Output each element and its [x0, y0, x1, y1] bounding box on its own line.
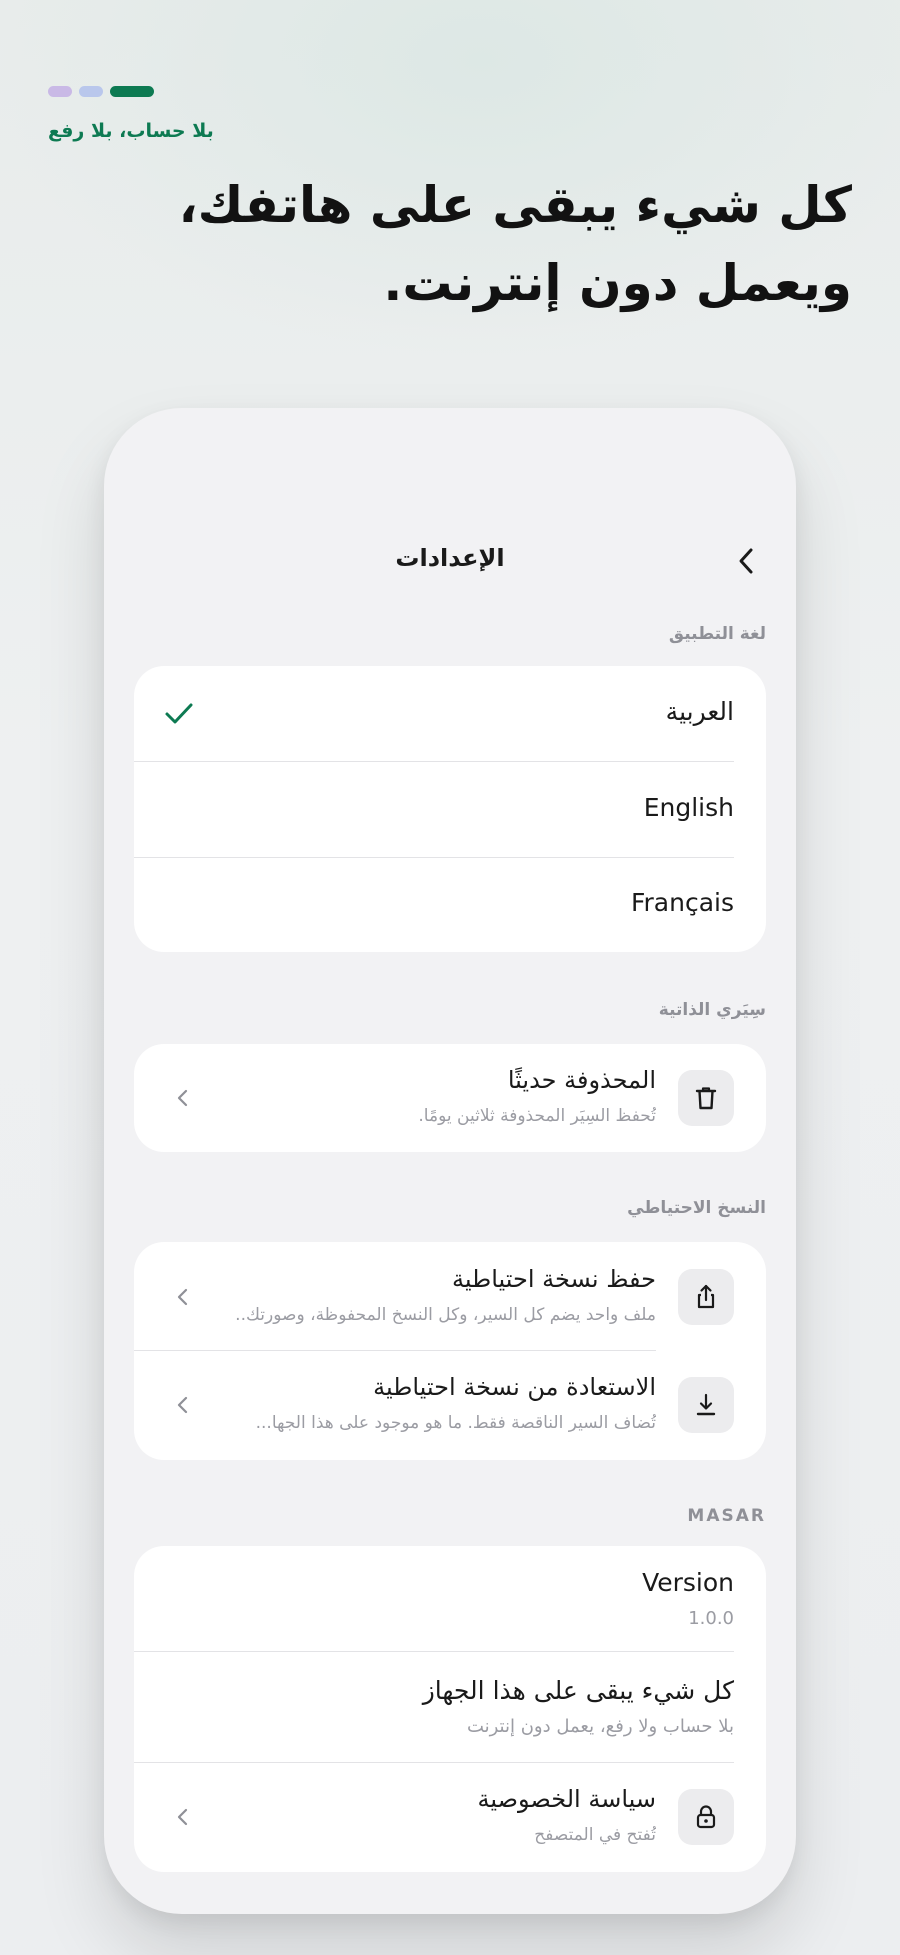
download-icon-box: [678, 1377, 734, 1433]
row-subtitle: تُضاف السير الناقصة فقط. ما هو موجود على…: [255, 1413, 656, 1433]
checkmark-icon: [165, 703, 193, 724]
page-title: الإعدادات: [395, 544, 505, 572]
page-indicator: [48, 86, 208, 98]
language-card: العربية English Français: [134, 666, 766, 952]
row-title: حفظ نسخة احتياطية: [452, 1265, 656, 1293]
row-subtitle: ملف واحد يضم كل السير، وكل النسخ المحفوظ…: [236, 1305, 656, 1325]
hero-headline: كل شيء يبقى على هاتفك، ويعمل دون إنترنت.: [178, 176, 852, 312]
share-icon: [697, 1284, 715, 1309]
row-title: سياسة الخصوصية: [477, 1785, 656, 1813]
lock-icon-box: [678, 1789, 734, 1845]
row-subtitle: تُفتح في المتصفح: [534, 1825, 656, 1845]
chevron-left-icon: [177, 1288, 188, 1306]
language-option-arabic[interactable]: العربية: [134, 666, 766, 762]
recently-deleted-row[interactable]: المحذوفة حديثًا تُحفظ السِيَر المحذوفة ث…: [134, 1044, 766, 1152]
section-label-my-cvs: سِيَري الذاتية: [658, 1000, 766, 1020]
version-value: 1.0.0: [688, 1608, 734, 1629]
page-indicator-dot: [79, 86, 103, 97]
page-indicator-dot-active: [110, 86, 154, 97]
chevron-left-icon: [177, 1089, 188, 1107]
phone-mockup: الإعدادات لغة التطبيق العربية English Fr…: [104, 408, 796, 1914]
language-option-label: Français: [630, 888, 734, 917]
row-title: الاستعادة من نسخة احتياطية: [373, 1373, 656, 1401]
privacy-policy-row[interactable]: سياسة الخصوصية تُفتح في المتصفح: [134, 1763, 766, 1872]
chevron-left-icon[interactable]: [732, 546, 762, 576]
on-device-row: كل شيء يبقى على هذا الجهاز بلا حساب ولا …: [134, 1652, 766, 1762]
section-label-backup: النسخ الاحتياطي: [627, 1198, 766, 1218]
hero-tag: بلا حساب، بلا رفع: [48, 120, 214, 142]
chevron-left-icon: [177, 1396, 188, 1414]
version-row: Version 1.0.0: [134, 1546, 766, 1652]
restore-backup-row[interactable]: الاستعادة من نسخة احتياطية تُضاف السير ا…: [134, 1351, 766, 1460]
section-label-language: لغة التطبيق: [668, 624, 766, 644]
save-backup-row[interactable]: حفظ نسخة احتياطية ملف واحد يضم كل السير،…: [134, 1242, 766, 1351]
version-label: Version: [642, 1568, 734, 1597]
chevron-left-icon: [177, 1808, 188, 1826]
lock-icon: [696, 1805, 716, 1829]
language-option-label: English: [643, 793, 734, 822]
trash-icon-box: [678, 1070, 734, 1126]
language-option-french[interactable]: Français: [134, 858, 766, 952]
on-device-title: كل شيء يبقى على هذا الجهاز: [422, 1676, 734, 1705]
share-icon-box: [678, 1269, 734, 1325]
about-card: Version 1.0.0 كل شيء يبقى على هذا الجهاز…: [134, 1546, 766, 1872]
navigation-bar: الإعدادات: [104, 530, 796, 590]
row-title: المحذوفة حديثًا: [507, 1066, 656, 1094]
my-cvs-card: المحذوفة حديثًا تُحفظ السِيَر المحذوفة ث…: [134, 1044, 766, 1152]
on-device-subtitle: بلا حساب ولا رفع، يعمل دون إنترنت: [466, 1716, 734, 1737]
row-subtitle: تُحفظ السِيَر المحذوفة ثلاثين يومًا.: [418, 1106, 656, 1126]
language-option-label: العربية: [665, 697, 734, 726]
trash-icon: [695, 1087, 717, 1110]
section-label-masar: MASAR: [687, 1506, 766, 1526]
backup-card: حفظ نسخة احتياطية ملف واحد يضم كل السير،…: [134, 1242, 766, 1460]
page-indicator-dot: [48, 86, 72, 97]
download-icon: [696, 1393, 716, 1416]
language-option-english[interactable]: English: [134, 762, 766, 858]
